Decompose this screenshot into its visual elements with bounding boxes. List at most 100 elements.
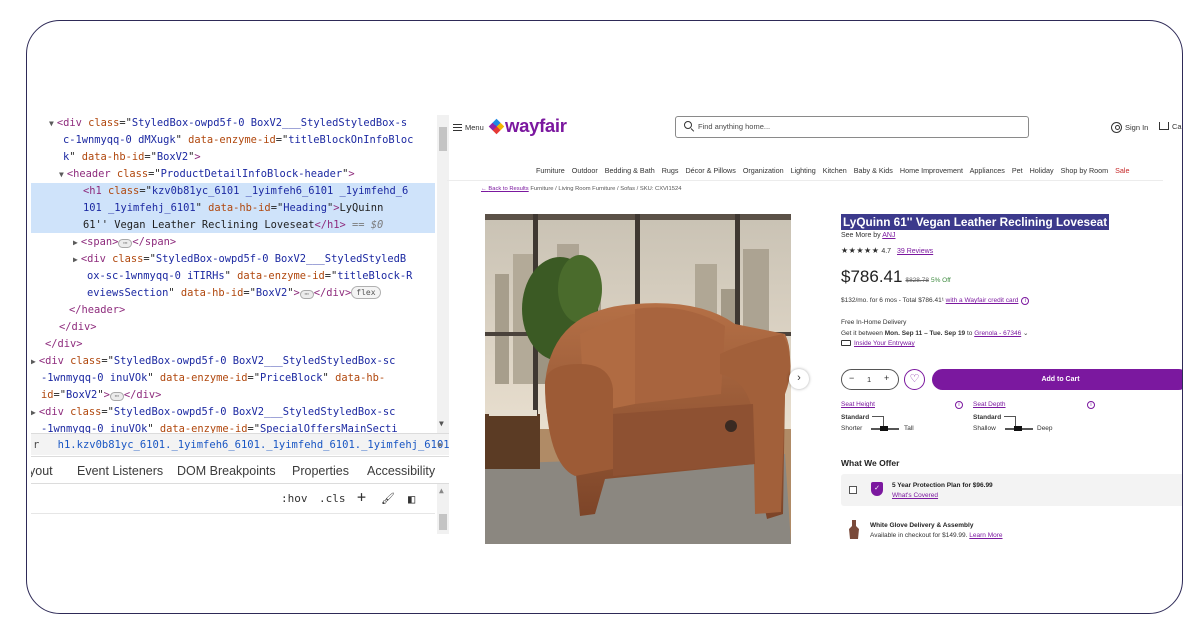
rating-row: ★★★★★ 4.7 39 Reviews	[841, 246, 933, 255]
reviews-link[interactable]: 39 Reviews	[897, 248, 933, 255]
dom-line[interactable]: <h1 class="kzv0b81yc_6101 _1yimfeh6_6101…	[83, 183, 408, 200]
tab-layout[interactable]: yout	[31, 464, 53, 478]
financing-text: $132/mo. for 6 mos - Total $786.41¹	[841, 297, 944, 304]
tab-dom-breakpoints[interactable]: DOM Breakpoints	[177, 464, 276, 478]
scroll-down-arrow-icon[interactable]: ▼	[439, 419, 444, 428]
expand-triangle-icon[interactable]: ▼	[59, 170, 64, 179]
seat-height-info-icon[interactable]: i	[955, 401, 963, 409]
ellipsis-icon[interactable]: ⋯	[299, 290, 314, 299]
product-breadcrumb: ← Back to Results Furniture / Living Roo…	[481, 186, 681, 192]
seat-depth-info-icon[interactable]: i	[1087, 401, 1095, 409]
dom-tree: ▼ <div class="StyledBox-owpd5f-0 BoxV2___…	[31, 115, 435, 433]
nav-bedding-bath[interactable]: Bedding & Bath	[605, 166, 655, 175]
breadcrumb-trail[interactable]: Furniture / Living Room Furniture / Sofa…	[530, 186, 681, 192]
quantity-stepper[interactable]: − 1 +	[841, 369, 899, 390]
nav-decor-pillows[interactable]: Décor & Pillows	[685, 166, 735, 175]
breadcrumb-scroll-right-icon[interactable]: ▶	[438, 434, 443, 455]
dom-line[interactable]: eviewsSection" data-hb-id="BoxV2"> ⋯ </div…	[87, 285, 381, 302]
favorite-button[interactable]: ♡	[904, 369, 925, 390]
brand-link[interactable]: ANJ	[882, 232, 895, 239]
whats-covered-link[interactable]: What's Covered	[892, 492, 938, 499]
credit-card-link[interactable]: with a Wayfair credit card	[946, 297, 1019, 304]
seat-depth-value: Standard	[973, 414, 1002, 421]
learn-more-link[interactable]: Learn More	[969, 532, 1002, 539]
white-glove-text: Available in checkout for $149.99. Learn…	[870, 532, 1003, 539]
product-image[interactable]	[485, 214, 791, 544]
expand-triangle-icon[interactable]: ▶	[73, 255, 78, 264]
back-to-results-link[interactable]: ← Back to Results	[481, 186, 529, 192]
dom-line[interactable]: ▶ <div class="StyledBox-owpd5f-0 BoxV2___…	[31, 353, 395, 370]
seat-depth-min: Shallow	[973, 425, 996, 432]
menu-button[interactable]: Menu	[453, 123, 484, 132]
scroll-thumb[interactable]	[439, 127, 447, 151]
see-more-by: See More by ANJ	[841, 232, 895, 239]
nav-outdoor[interactable]: Outdoor	[572, 166, 598, 175]
protection-plan-offer: ✓ 5 Year Protection Plan for $96.99 What…	[841, 474, 1182, 506]
dom-line[interactable]: id="BoxV2"> ⋯ </div>	[41, 387, 161, 404]
dom-line[interactable]: ▼ <header class="ProductDetailInfoBlock-h…	[59, 166, 355, 183]
add-to-cart-button[interactable]: Add to Cart	[932, 369, 1182, 390]
qty-decrease-button[interactable]: −	[849, 373, 854, 383]
breadcrumb-prev[interactable]: r	[33, 439, 39, 451]
dom-line[interactable]: 101 _1yimfehj_6101" data-hb-id="Heading"…	[83, 200, 383, 217]
seat-height-label[interactable]: Seat Height	[841, 401, 875, 408]
qty-value[interactable]: 1	[867, 375, 871, 384]
dom-line[interactable]: -1wnmyqq-0 inuVOk" data-enzyme-id="Speci…	[41, 421, 398, 433]
breadcrumb-current[interactable]: h1.kzv0b81yc_6101._1yimfeh6_6101._1yimfe…	[58, 439, 449, 451]
dom-line[interactable]: </header>	[69, 302, 125, 319]
dom-line[interactable]: ▶ <div class="StyledBox-owpd5f-0 BoxV2___…	[73, 251, 406, 268]
seat-depth-label[interactable]: Seat Depth	[973, 401, 1006, 408]
ellipsis-icon[interactable]: ⋯	[109, 392, 124, 401]
scroll-up-arrow-icon[interactable]: ▲	[439, 486, 444, 495]
expand-triangle-icon[interactable]: ▶	[31, 357, 36, 366]
dom-line[interactable]: ▶ <div class="StyledBox-owpd5f-0 BoxV2___…	[31, 404, 395, 421]
dom-line[interactable]: ox-sc-1wnmyqq-0 iTIRHs" data-enzyme-id="…	[87, 268, 412, 285]
hov-toggle[interactable]: :hov	[281, 492, 308, 505]
entryway-link[interactable]: Inside Your Entryway	[854, 340, 915, 347]
tab-accessibility[interactable]: Accessibility	[367, 464, 435, 478]
delivery-dates-row: Get it between Mon. Sep 11 – Tue. Sep 19…	[841, 329, 1028, 340]
protection-plan-checkbox[interactable]	[849, 486, 857, 494]
delivery-info: Free In-Home Delivery Get it between Mon…	[841, 318, 1028, 350]
discount-badge: 5% Off	[930, 277, 951, 284]
ellipsis-icon[interactable]: ⋯	[118, 239, 133, 248]
dom-line[interactable]: k" data-hb-id="BoxV2">	[63, 149, 201, 166]
tab-event-listeners[interactable]: Event Listeners	[77, 464, 163, 478]
expand-triangle-icon[interactable]: ▶	[31, 408, 36, 417]
seat-height-value: Standard	[841, 414, 870, 421]
hamburger-icon	[453, 124, 462, 131]
dom-line[interactable]: 61'' Vegan Leather Reclining Loveseat</h…	[83, 217, 383, 234]
dom-line[interactable]: </div>	[59, 319, 97, 336]
tab-properties[interactable]: Properties	[292, 464, 349, 478]
flex-badge[interactable]: flex	[351, 286, 381, 299]
expand-triangle-icon[interactable]: ▼	[49, 119, 54, 128]
dom-line[interactable]: ▶ <span> ⋯ </span>	[73, 234, 176, 251]
product-title: LyQuinn 61'' Vegan Leather Reclining Lov…	[841, 214, 1110, 230]
nav-furniture[interactable]: Furniture	[536, 166, 565, 175]
toggle-sidebar-icon[interactable]: ◧	[408, 492, 415, 506]
screenshot-frame: ▼ <div class="StyledBox-owpd5f-0 BoxV2___…	[26, 20, 1183, 614]
dom-line[interactable]: -1wnmyqq-0 inuVOk" data-enzyme-id="Price…	[41, 370, 385, 387]
paint-brush-icon[interactable]: 🖌	[381, 492, 395, 505]
nav-lighting[interactable]: Lighting	[791, 166, 816, 175]
dom-line[interactable]: </div>	[45, 336, 83, 353]
delivery-prefix: Get it between	[841, 329, 883, 337]
nav-rugs[interactable]: Rugs	[662, 166, 679, 175]
qty-increase-button[interactable]: +	[884, 373, 889, 383]
delivery-location-link[interactable]: Grenola - 67346	[974, 330, 1021, 337]
cls-toggle[interactable]: .cls	[319, 492, 346, 505]
seat-height-marker	[880, 426, 888, 431]
white-glove-title: White Glove Delivery & Assembly	[870, 522, 974, 529]
expand-triangle-icon[interactable]: ▶	[73, 238, 78, 247]
dom-line[interactable]: ▼ <div class="StyledBox-owpd5f-0 BoxV2___…	[49, 115, 407, 132]
new-style-rule-icon[interactable]: +	[357, 488, 366, 506]
delivery-dates: Mon. Sep 11 – Tue. Sep 19	[884, 329, 966, 337]
styles-scroll-thumb[interactable]	[439, 514, 447, 530]
next-image-button[interactable]: ›	[789, 369, 809, 389]
info-icon[interactable]: i	[1021, 297, 1030, 305]
chevron-down-icon[interactable]: ⌄	[1023, 330, 1028, 337]
dom-line[interactable]: c-1wnmyqq-0 dMXugk" data-enzyme-id="titl…	[63, 132, 413, 149]
wayfair-logo[interactable]: wayfair	[488, 115, 567, 137]
nav-organization[interactable]: Organization	[743, 166, 784, 175]
seat-height-max: Tall	[904, 425, 914, 432]
